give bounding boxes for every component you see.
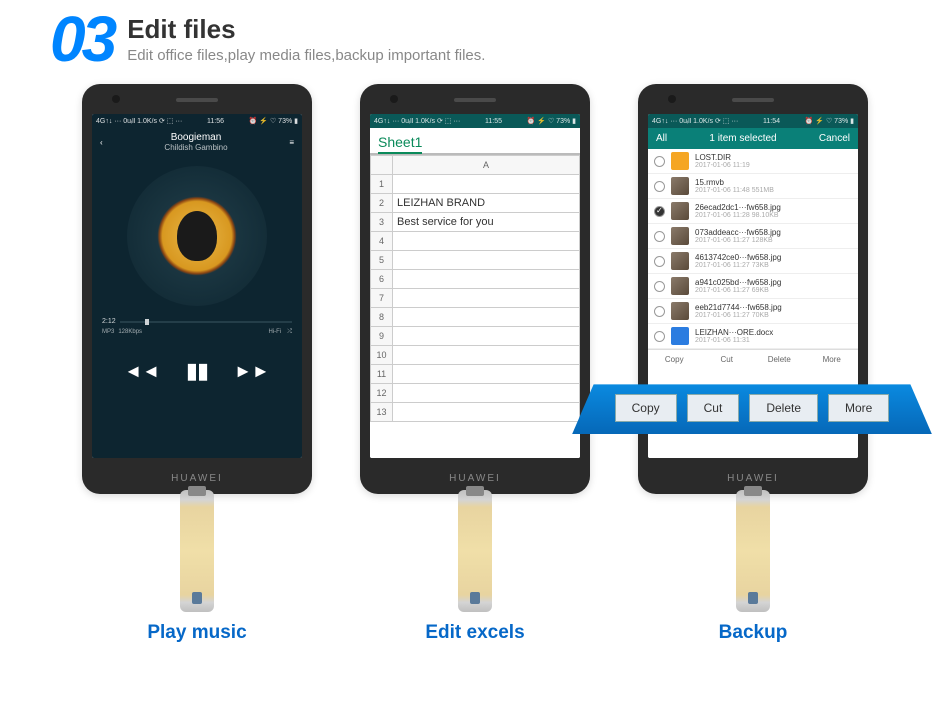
file-item[interactable]: a941c025bd···fw658.jpg2017-01-06 11:27 6… bbox=[648, 274, 858, 299]
file-thumb bbox=[671, 252, 689, 270]
file-item[interactable]: 073addeacc···fw658.jpg2017-01-06 11:27 1… bbox=[648, 224, 858, 249]
radio-icon[interactable] bbox=[654, 181, 665, 192]
file-meta: 2017-01-06 11:31 bbox=[695, 337, 773, 345]
file-thumb bbox=[671, 202, 689, 220]
cancel-button[interactable]: Cancel bbox=[819, 133, 850, 144]
radio-icon[interactable] bbox=[654, 256, 665, 267]
queue-icon[interactable]: ≡ bbox=[289, 138, 294, 147]
section-number: 03 bbox=[50, 12, 113, 66]
select-all-button[interactable]: All bbox=[656, 133, 667, 144]
context-toolbar: Copy Cut Delete More bbox=[572, 384, 932, 434]
file-name: 15.rmvb bbox=[695, 178, 774, 187]
scrubber[interactable]: 2:12 bbox=[92, 316, 302, 327]
pause-icon[interactable]: ▮▮ bbox=[186, 358, 208, 384]
file-meta: 2017-01-06 11:28 98.10KB bbox=[695, 212, 781, 220]
toolbar-more[interactable]: More bbox=[806, 350, 859, 369]
file-item[interactable]: eeb21d7744···fw658.jpg2017-01-06 11:27 7… bbox=[648, 299, 858, 324]
file-thumb bbox=[671, 152, 689, 170]
prev-icon[interactable]: ◄◄ bbox=[124, 361, 160, 382]
phone-mockup-music: 4G↑↓ ··· 0uᵢll 1.0K/s ⟳ ⬚ ···11:56⏰ ⚡ ♡ … bbox=[82, 84, 312, 494]
file-name: 26ecad2dc1···fw658.jpg bbox=[695, 203, 781, 212]
file-name: a941c025bd···fw658.jpg bbox=[695, 278, 781, 287]
file-item[interactable]: 4613742ce0···fw658.jpg2017-01-06 11:27 7… bbox=[648, 249, 858, 274]
selection-count: 1 item selected bbox=[709, 133, 776, 144]
file-meta: 2017-01-06 11:27 73KB bbox=[695, 262, 781, 270]
status-bar: 4G↑↓ ··· 0uᵢll 1.0K/s ⟳ ⬚ ···11:54⏰ ⚡ ♡ … bbox=[648, 114, 858, 128]
usb-drive bbox=[458, 490, 492, 612]
file-thumb bbox=[671, 302, 689, 320]
file-thumb bbox=[671, 277, 689, 295]
usb-drive bbox=[180, 490, 214, 612]
file-name: 4613742ce0···fw658.jpg bbox=[695, 253, 781, 262]
phone-mockup-excel: 4G↑↓ ··· 0uᵢll 1.0K/s ⟳ ⬚ ···11:55⏰ ⚡ ♡ … bbox=[360, 84, 590, 494]
phone-caption: Play music bbox=[147, 622, 246, 644]
section-title: Edit files bbox=[127, 14, 485, 45]
file-item[interactable]: LEIZHAN···ORE.docx2017-01-06 11:31 bbox=[648, 324, 858, 349]
usb-drive bbox=[736, 490, 770, 612]
file-meta: 2017-01-06 11:27 70KB bbox=[695, 312, 782, 320]
float-more-button[interactable]: More bbox=[828, 394, 889, 422]
file-name: LOST.DIR bbox=[695, 153, 750, 162]
back-icon[interactable]: ‹ bbox=[100, 138, 103, 147]
file-meta: 2017-01-06 11:27 69KB bbox=[695, 287, 781, 295]
file-meta: 2017-01-06 11:48 551MB bbox=[695, 187, 774, 195]
file-name: eeb21d7744···fw658.jpg bbox=[695, 303, 782, 312]
file-name: LEIZHAN···ORE.docx bbox=[695, 328, 773, 337]
radio-icon[interactable] bbox=[654, 206, 665, 217]
file-thumb bbox=[671, 327, 689, 345]
float-copy-button[interactable]: Copy bbox=[615, 394, 677, 422]
next-icon[interactable]: ►► bbox=[234, 361, 270, 382]
album-art bbox=[127, 166, 267, 306]
radio-icon[interactable] bbox=[654, 156, 665, 167]
toolbar-copy[interactable]: Copy bbox=[648, 350, 701, 369]
file-thumb bbox=[671, 227, 689, 245]
radio-icon[interactable] bbox=[654, 306, 665, 317]
toolbar-delete[interactable]: Delete bbox=[753, 350, 806, 369]
file-item[interactable]: 15.rmvb2017-01-06 11:48 551MB bbox=[648, 174, 858, 199]
selection-header: All 1 item selected Cancel bbox=[648, 128, 858, 149]
float-cut-button[interactable]: Cut bbox=[687, 394, 740, 422]
section-header: 03 Edit files Edit office files,play med… bbox=[0, 0, 950, 74]
radio-icon[interactable] bbox=[654, 331, 665, 342]
file-meta: 2017-01-06 11:27 128KB bbox=[695, 237, 781, 245]
file-thumb bbox=[671, 177, 689, 195]
phone-caption: Backup bbox=[719, 622, 788, 644]
song-title: Boogieman bbox=[164, 132, 227, 143]
file-meta: 2017-01-06 11:19 bbox=[695, 162, 750, 170]
file-name: 073addeacc···fw658.jpg bbox=[695, 228, 781, 237]
toolbar-cut[interactable]: Cut bbox=[701, 350, 754, 369]
sheet-tab[interactable]: Sheet1 bbox=[370, 128, 580, 155]
float-delete-button[interactable]: Delete bbox=[749, 394, 818, 422]
phone-caption: Edit excels bbox=[425, 622, 524, 644]
radio-icon[interactable] bbox=[654, 281, 665, 292]
status-bar: 4G↑↓ ··· 0uᵢll 1.0K/s ⟳ ⬚ ···11:56⏰ ⚡ ♡ … bbox=[92, 114, 302, 128]
status-bar: 4G↑↓ ··· 0uᵢll 1.0K/s ⟳ ⬚ ···11:55⏰ ⚡ ♡ … bbox=[370, 114, 580, 128]
section-subtitle: Edit office files,play media files,backu… bbox=[127, 47, 485, 64]
song-artist: Childish Gambino bbox=[164, 143, 227, 152]
spreadsheet-grid[interactable]: A12LEIZHAN BRAND3Best service for you456… bbox=[370, 155, 580, 422]
shuffle-icon[interactable]: ⤮ bbox=[287, 329, 292, 336]
radio-icon[interactable] bbox=[654, 231, 665, 242]
file-item[interactable]: 26ecad2dc1···fw658.jpg2017-01-06 11:28 9… bbox=[648, 199, 858, 224]
file-item[interactable]: LOST.DIR2017-01-06 11:19 bbox=[648, 149, 858, 174]
